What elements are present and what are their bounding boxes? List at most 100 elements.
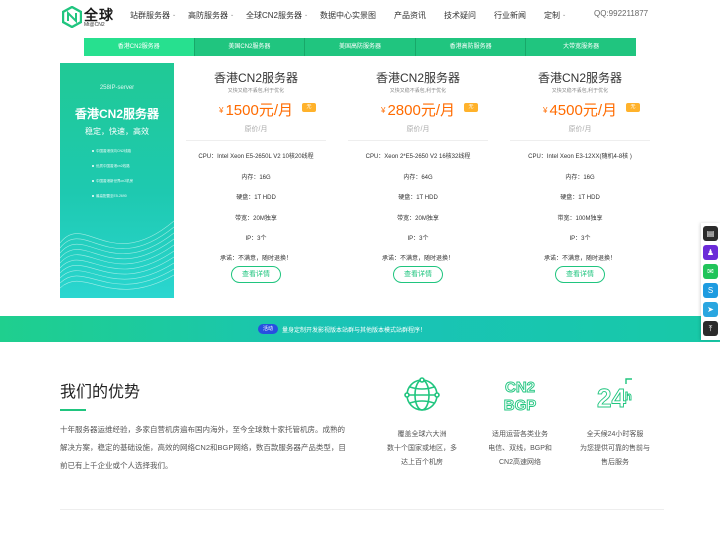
nav-item-global-cn2[interactable]: 全球CN2服务器 ⌄ — [246, 10, 308, 21]
chevron-down-icon: ⌄ — [172, 12, 177, 18]
nav-item-tech-faq[interactable]: 技术疑问 — [444, 10, 476, 21]
spec-ip: IP：3个 — [245, 236, 267, 242]
view-details-button[interactable]: 查看详情 — [555, 266, 605, 283]
tab-hk-cn2[interactable]: 香港CN2服务器 — [84, 38, 195, 56]
nav-item-industry-news[interactable]: 行业新闻 — [494, 10, 526, 21]
tab-us-ddos[interactable]: 美国高防服务器 — [305, 38, 416, 56]
wave-graphic — [60, 220, 174, 290]
page: 全球 Mt@CN2 站群服务器 ⌄ 高防服务器 ⌄ 全球CN2服务器 ⌄ 数据中心实景… — [0, 0, 720, 540]
svg-text:BGP: BGP — [504, 397, 537, 414]
banner-bullets: 中国香港双向CN2线路 优质中国香港cn2线路 中国香港新世界cn2机房 最高配… — [92, 148, 133, 208]
product-name: 香港CN2服务器 — [213, 71, 298, 85]
tab-us-cn2[interactable]: 美国CN2服务器 — [194, 38, 306, 56]
advantages-title: 我们的优势 — [60, 384, 141, 401]
product-tabs: 香港CN2服务器 美国CN2服务器 美国高防服务器 香港高防服务器 大带宽服务器 — [84, 38, 636, 56]
spec-disk: 硬盘：1T HDD — [560, 195, 600, 201]
nav-item-site-group[interactable]: 站群服务器 ⌄ — [130, 10, 176, 21]
product-card: 香港CN2服务器 又快又稳不丢包,利于优化 ¥1500元/月 无 原价/月 CP… — [176, 63, 336, 298]
price-badge: 无 — [626, 103, 640, 112]
back-to-top-icon[interactable]: ⤒ — [703, 321, 718, 336]
feature-text: 适用运营各类业务 电信、双线，BGP和 CN2高速网络 — [488, 431, 552, 466]
spec-disk: 硬盘：1T HDD — [398, 195, 438, 201]
feature-global: 覆盖全球六大洲 数十个国家或地区，多 达上百个机房 — [375, 376, 469, 470]
product-desc: 又快又稳不丢包,利于优化 — [227, 88, 285, 94]
price-badge: 无 — [464, 103, 478, 112]
section-divider — [60, 509, 664, 510]
banner-bullet: 优质中国香港cn2线路 — [92, 163, 133, 178]
promo-pill: 活动 — [258, 324, 278, 334]
spec-memory: 内存：16G — [241, 175, 271, 181]
banner-tag: 258IP-server — [99, 85, 135, 91]
feature-support: 24 h 全天候24小时客服 为您提供可靠的售前与 售后服务 — [568, 376, 662, 470]
spec-bandwidth: 带宽：20M独享 — [235, 216, 277, 222]
spec-promise: 承诺：不满意，随时退换！ — [543, 256, 616, 262]
skype-icon[interactable]: S — [703, 283, 718, 298]
spec-cpu: CPU：Intel Xeon E5-2650L V2 10核20线程 — [198, 154, 314, 160]
site-header: 全球 Mt@CN2 站群服务器 ⌄ 高防服务器 ⌄ 全球CN2服务器 ⌄ 数据中心实景… — [0, 0, 720, 32]
product-name: 香港CN2服务器 — [375, 71, 460, 85]
nav-item-datacenter[interactable]: 数据中心实景图 — [320, 10, 376, 21]
spec-bandwidth: 带宽：100M独享 — [557, 216, 603, 222]
divider — [186, 140, 326, 141]
logo[interactable]: 全球 Mt@CN2 — [62, 4, 122, 30]
svg-text:24: 24 — [597, 383, 626, 413]
chevron-down-icon: ⌄ — [562, 12, 567, 18]
banner-bullet: 中国香港新世界cn2机房 — [92, 178, 133, 193]
feature-network: CN2 BGP 适用运营各类业务 电信、双线，BGP和 CN2高速网络 — [473, 376, 567, 470]
banner-subtitle: 稳定，快速，高效 — [85, 127, 149, 136]
spec-memory: 内存：16G — [565, 175, 595, 181]
chat-icon[interactable]: ▤ — [703, 226, 718, 241]
cn2-bgp-icon: CN2 BGP — [503, 379, 537, 414]
original-price: 原价/月 — [568, 126, 592, 133]
spec-disk: 硬盘：1T HDD — [236, 195, 276, 201]
spec-memory: 内存：64G — [403, 175, 433, 181]
view-details-button[interactable]: 查看详情 — [231, 266, 281, 283]
spec-bandwidth: 带宽：20M独享 — [397, 216, 439, 222]
wechat-icon[interactable]: ✉ — [703, 264, 718, 279]
nav-item-ddos[interactable]: 高防服务器 ⌄ — [188, 10, 234, 21]
chevron-down-icon: ⌄ — [230, 12, 235, 18]
title-underline — [60, 409, 86, 411]
spec-cpu: CPU：Intel Xeon E3-12XX(随机4-8核 ) — [528, 154, 632, 160]
feature-text: 全天候24小时客服 为您提供可靠的售前与 售后服务 — [580, 431, 650, 466]
banner-bullet: 中国香港双向CN2线路 — [92, 148, 133, 163]
product-desc: 又快又稳不丢包,利于优化 — [389, 88, 447, 94]
globe-icon — [404, 377, 440, 411]
banner-title: 香港CN2服务器 — [74, 107, 159, 121]
advantages-text: 十年服务器运维经验，多家自营机房遍布国内海外，至今全球数十家托管机房。成熟的解决… — [60, 425, 346, 470]
promo-band[interactable]: 活动 量身定制开发影视版本站群与其他版本模式站群程序！ — [0, 316, 720, 342]
spec-promise: 承诺：不满意，随时退换！ — [219, 256, 292, 262]
tab-high-bandwidth[interactable]: 大带宽服务器 — [526, 38, 636, 56]
qq-icon[interactable]: ♟ — [703, 245, 718, 260]
telegram-icon[interactable]: ➤ — [703, 302, 718, 317]
svg-text:CN2: CN2 — [505, 379, 535, 396]
floating-contact-bar: ▤ ♟ ✉ S ➤ ⤒ — [701, 223, 720, 340]
spec-ip: IP：3个 — [407, 236, 429, 242]
brand-sub: Mt@CN2 — [84, 22, 105, 28]
chevron-down-icon: ⌄ — [304, 12, 309, 18]
spec-cpu: CPU：Xeon 2*E5-2650 V2 16核32线程 — [365, 154, 471, 160]
contact-qq: QQ:992211877 — [594, 9, 649, 18]
product-card: 香港CN2服务器 又快又稳不丢包,利于优化 ¥2800元/月 无 原价/月 CP… — [338, 63, 498, 298]
logo-icon — [62, 6, 82, 28]
view-details-button[interactable]: 查看详情 — [393, 266, 443, 283]
product-name: 香港CN2服务器 — [537, 71, 622, 85]
promo-banner[interactable]: 258IP-server 香港CN2服务器 稳定，快速，高效 中国香港双向CN2… — [60, 63, 174, 298]
nav-item-product-news[interactable]: 产品资讯 — [394, 10, 426, 21]
feature-text: 覆盖全球六大洲 数十个国家或地区，多 达上百个机房 — [387, 431, 457, 466]
product-desc: 又快又稳不丢包,利于优化 — [551, 88, 609, 94]
product-card: 香港CN2服务器 又快又稳不丢包,利于优化 ¥4500元/月 无 原价/月 CP… — [500, 63, 660, 298]
divider — [510, 140, 650, 141]
spec-promise: 承诺：不满意，随时退换！ — [381, 256, 454, 262]
svg-text:h: h — [625, 391, 632, 403]
spec-ip: IP：3个 — [569, 236, 591, 242]
tab-hk-ddos[interactable]: 香港高防服务器 — [415, 38, 527, 56]
24h-icon: 24 h — [597, 378, 632, 413]
original-price: 原价/月 — [406, 126, 430, 133]
promo-text: 量身定制开发影视版本站群与其他版本模式站群程序！ — [282, 328, 427, 334]
price-badge: 无 — [302, 103, 316, 112]
nav-item-custom[interactable]: 定制 ⌄ — [544, 10, 566, 21]
banner-bullet: 最高配置至E5-2690 — [92, 193, 133, 208]
original-price: 原价/月 — [244, 126, 268, 133]
divider — [348, 140, 488, 141]
